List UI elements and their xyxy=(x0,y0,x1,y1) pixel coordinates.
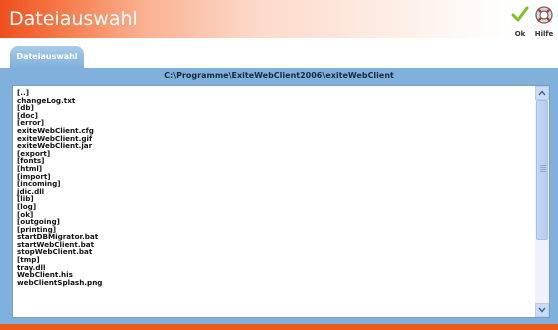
list-item[interactable]: webClientSplash.png xyxy=(17,279,533,287)
scroll-thumb[interactable] xyxy=(536,100,548,240)
list-item[interactable]: [db] xyxy=(17,104,533,112)
list-item[interactable]: startDBMigrator.bat xyxy=(17,233,533,241)
file-list: [..] changeLog.txt [db] [doc] [error] exiteWe… xyxy=(17,89,533,286)
scroll-up-button[interactable] xyxy=(535,86,549,100)
list-item[interactable]: startWebClient.bat xyxy=(17,241,533,249)
scroll-grip xyxy=(540,165,546,173)
list-item[interactable]: [fonts] xyxy=(17,157,533,165)
list-item[interactable]: [import] xyxy=(17,172,533,181)
file-listbox[interactable]: [..] changeLog.txt [db] [doc] [error] exiteWe… xyxy=(12,85,550,318)
list-item[interactable]: [incoming] xyxy=(17,180,533,188)
list-item[interactable]: tray.dll xyxy=(17,264,533,272)
file-panel: C:\Programme\ExiteWebClient2006\exiteWeb… xyxy=(0,68,558,324)
help-lifebuoy-icon xyxy=(535,6,553,24)
list-item[interactable]: [doc] xyxy=(17,112,533,120)
list-item[interactable]: [lib] xyxy=(17,195,533,203)
checkmark-icon xyxy=(511,6,529,22)
scroll-down-button[interactable] xyxy=(535,303,549,317)
vertical-scrollbar[interactable] xyxy=(535,86,549,317)
bottom-bar xyxy=(0,324,558,330)
list-item[interactable]: stopWebClient.bat xyxy=(17,248,533,256)
list-item[interactable]: [html] xyxy=(17,165,533,173)
tab-strip: Dateiauswahl xyxy=(0,42,558,68)
list-item[interactable]: [export] xyxy=(17,150,533,158)
list-item[interactable]: exiteWebClient.cfg xyxy=(17,127,533,135)
tab-dateiauswahl[interactable]: Dateiauswahl xyxy=(10,46,84,68)
help-label: Hilfe xyxy=(534,30,554,38)
current-path: C:\Programme\ExiteWebClient2006\exiteWeb… xyxy=(164,71,394,80)
list-item[interactable]: exiteWebClient.jar xyxy=(17,142,533,150)
list-item[interactable]: [..] xyxy=(17,89,533,97)
list-item[interactable]: exiteWebClient.gif xyxy=(17,134,533,143)
list-item[interactable]: [ok] xyxy=(17,210,533,219)
list-item[interactable]: [outgoing] xyxy=(17,218,533,226)
chevron-down-icon xyxy=(538,307,546,313)
list-item[interactable]: [tmp] xyxy=(17,256,533,264)
list-item[interactable]: changeLog.txt xyxy=(17,96,533,105)
list-item[interactable]: jdic.dll xyxy=(17,188,533,196)
title-bar: Dateiauswahl Ok Hilfe xyxy=(0,0,558,42)
list-item[interactable]: [error] xyxy=(17,119,533,127)
window-title: Dateiauswahl xyxy=(9,8,138,30)
help-button[interactable]: Hilfe xyxy=(530,4,558,40)
chevron-up-icon xyxy=(538,90,546,96)
list-item[interactable]: [log] xyxy=(17,203,533,211)
